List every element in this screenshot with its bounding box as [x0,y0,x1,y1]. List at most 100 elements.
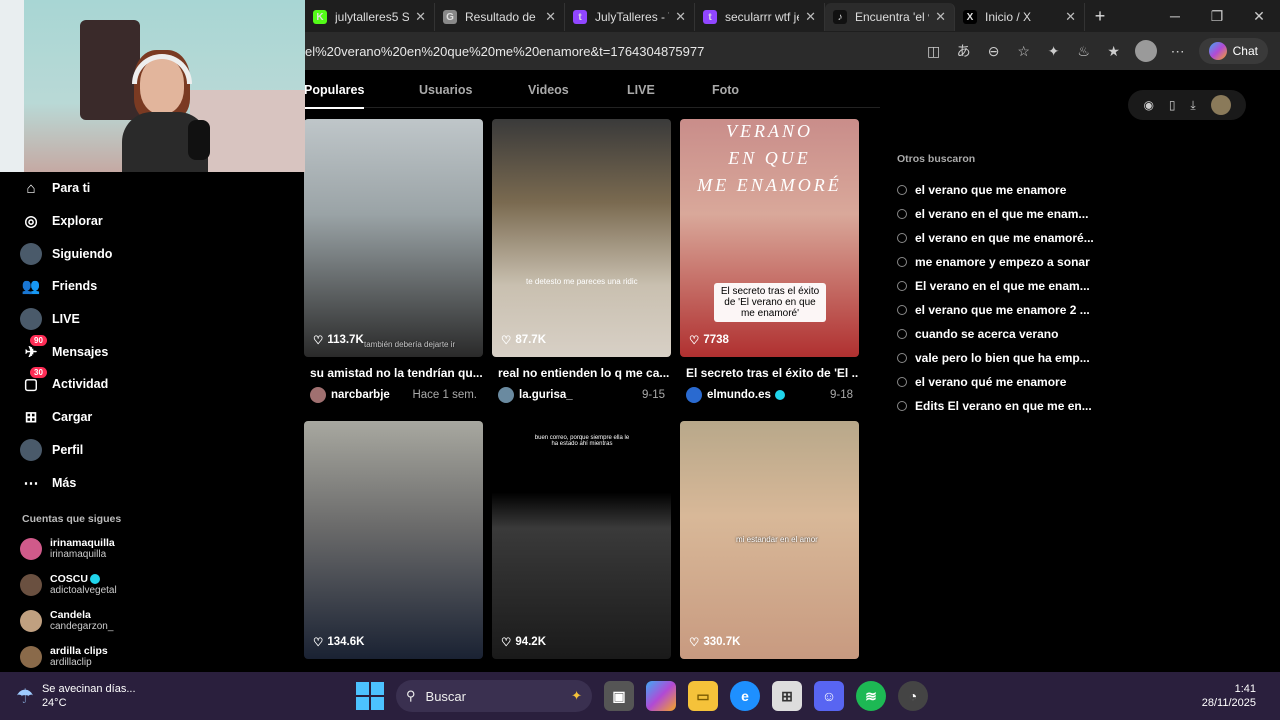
extensions-icon[interactable]: ✦ [1045,42,1063,60]
spotify-icon[interactable]: ≋ [856,681,886,711]
browser-tab[interactable]: G Resultado de i ✕ [435,3,565,31]
tab-live[interactable]: LIVE [627,83,655,97]
discord-icon[interactable]: ☺ [814,681,844,711]
copilot-app-icon[interactable] [646,681,676,711]
more-menu-icon[interactable]: ⋯ [1169,42,1187,60]
minimize-icon[interactable]: ─ [1154,8,1196,25]
related-search-item[interactable]: el verano que me enamore 2 ... [897,298,1094,322]
favorite-star-icon[interactable]: ☆ [1015,42,1033,60]
browser-tab[interactable]: X Inicio / X ✕ [955,3,1085,31]
sidebar-item-parati[interactable]: ⌂ Para ti [0,172,170,205]
followed-account[interactable]: irinamaquilla irinamaquilla [0,531,170,567]
author-name[interactable]: la.gurisa_ [519,389,573,401]
related-search-item[interactable]: el verano en que me enamoré... [897,226,1094,250]
profile-avatar[interactable] [1134,40,1157,62]
author-avatar[interactable] [498,387,514,403]
related-search-item[interactable]: el verano que me enamore [897,178,1094,202]
video-thumbnail[interactable]: VERANO EN QUE ME ENAMORÉ El secreto tras el… [680,119,859,357]
favorites-icon[interactable]: ★ [1105,42,1123,60]
start-button[interactable] [356,682,384,710]
tab-favicon-icon: G [443,10,457,24]
taskbar-search[interactable]: ⚲ Buscar ✦ [396,680,592,712]
copilot-chat-button[interactable]: Chat [1198,38,1268,64]
download-icon[interactable]: ⤓ [1190,98,1195,113]
video-thumbnail[interactable]: te detesto me pareces una ridic ♡ 87.7K [492,119,671,357]
video-card[interactable]: mi estandar en el amor ♡330.7K antes de qu… [680,421,859,670]
tab-videos[interactable]: Videos [528,83,569,97]
sidebar-item-mensajes[interactable]: ✈ 90 Mensajes [0,334,170,368]
tab-close-icon[interactable]: ✕ [1065,9,1076,25]
video-card[interactable]: ♡134.6K el verano en el que me enam... [304,421,483,670]
browser-tab[interactable]: t secularrr wtf je ✕ [695,3,825,31]
related-search-item[interactable]: El verano en el que me enam... [897,274,1094,298]
url-field[interactable]: el%20verano%20en%20que%20me%20enamore&t=… [305,44,895,59]
related-search-item[interactable]: Edits El verano en que me en... [897,394,1094,418]
weather-widget[interactable]: ☂ Se avecinan días... 24°C [16,682,216,710]
followed-account[interactable]: ardilla clips ardillaclip [0,639,170,675]
followed-account[interactable]: Candela candegarzon_ [0,603,170,639]
author-avatar[interactable] [686,387,702,403]
video-description[interactable]: #conradfisher [492,668,671,670]
file-explorer-icon[interactable]: ▭ [688,681,718,711]
related-search-item[interactable]: vale pero lo bien que ha emp... [897,346,1094,370]
video-card[interactable]: te detesto me pareces una ridic ♡ 87.7K rea… [492,119,671,403]
close-window-icon[interactable]: ✕ [1238,8,1280,25]
tab-close-icon[interactable]: ✕ [675,9,686,25]
store-icon[interactable]: ⊞ [772,681,802,711]
new-tab-button[interactable]: + [1085,6,1115,27]
video-description[interactable]: su amistad no la tendrían qu... [304,366,483,380]
related-search-item[interactable]: el verano en el que me enam... [897,202,1094,226]
video-thumbnail[interactable]: buen correo, porque siempre ella le ha e… [492,421,671,659]
tab-populares[interactable]: Populares [304,83,365,109]
friends-icon: 👥 [21,278,41,296]
sidebar-item-ms[interactable]: ⋯ Más [0,466,170,499]
sidebar-item-explorar[interactable]: ◎ Explorar [0,205,170,238]
task-view-icon[interactable]: ▣ [604,681,634,711]
video-card[interactable]: VERANO EN QUE ME ENAMORÉ El secreto tras el… [680,119,859,403]
tab-foto[interactable]: Foto [712,83,739,97]
tab-close-icon[interactable]: ✕ [545,9,556,25]
video-description[interactable]: antes de que salga la tempo... [680,668,859,670]
sidebar-item-friends[interactable]: 👥 Friends [0,270,170,303]
tab-usuarios[interactable]: Usuarios [419,83,473,97]
zoom-icon[interactable]: ⊖ [985,42,1003,60]
obs-icon[interactable]: ◔ [898,681,928,711]
sidebar-item-siguiendo[interactable]: Siguiendo [0,237,170,270]
related-search-item[interactable]: me enamore y empezo a sonar [897,250,1094,274]
tab-close-icon[interactable]: ✕ [935,9,946,25]
video-description[interactable]: real no entienden lo q me ca... [492,366,671,380]
video-description[interactable]: el verano en el que me enam... [304,668,483,670]
user-avatar[interactable] [1210,95,1231,115]
avatar [20,645,42,668]
browser-tab[interactable]: Kjulytalleres5 St ✕ [305,3,435,31]
author-name[interactable]: narcbarbje [331,389,390,401]
clock[interactable]: 1:41 28/11/2025 [1202,682,1256,710]
sidebar-item-perfil[interactable]: Perfil [0,434,170,467]
author-name[interactable]: elmundo.es [707,389,771,401]
sidebar-item-live[interactable]: LIVE [0,303,170,336]
sidebar-item-cargar[interactable]: ⊞ Cargar [0,401,170,434]
browser-tab[interactable]: ♪ Encuentra 'el v ✕ [825,3,955,31]
video-card[interactable]: buen correo, porque siempre ella le ha e… [492,421,671,670]
followed-account[interactable]: COSCU adictoalvegetal [0,567,170,603]
translate-icon[interactable]: あ [955,42,973,60]
author-avatar[interactable] [310,387,326,403]
video-description[interactable]: El secreto tras el éxito de 'El ... [680,366,859,380]
browser-tab[interactable]: t JulyTalleres - T ✕ [565,3,695,31]
compass-icon[interactable]: ◉ [1143,98,1153,112]
split-screen-icon[interactable]: ◫ [925,42,943,60]
video-thumbnail[interactable]: también debería dejarte ir ♡ 113.7K [304,119,483,357]
related-search-item[interactable]: el verano qué me enamore [897,370,1094,394]
edge-icon[interactable]: e [730,681,760,711]
device-icon[interactable]: ▯ [1169,98,1176,112]
video-thumbnail[interactable]: ♡ 134.6K [304,421,483,659]
tab-close-icon[interactable]: ✕ [805,9,816,25]
taskbar: ☂ Se avecinan días... 24°C ⚲ Buscar ✦ ▣ … [0,672,1280,720]
maximize-icon[interactable]: ❐ [1196,8,1238,25]
video-card[interactable]: también debería dejarte ir ♡ 113.7K su amis… [304,119,483,403]
tab-close-icon[interactable]: ✕ [415,9,426,25]
sidebar-item-actividad[interactable]: ▢ 30 Actividad [0,367,170,401]
related-search-item[interactable]: cuando se acerca verano [897,322,1094,346]
performance-icon[interactable]: ♨ [1075,42,1093,60]
video-thumbnail[interactable]: mi estandar en el amor ♡ 330.7K [680,421,859,659]
